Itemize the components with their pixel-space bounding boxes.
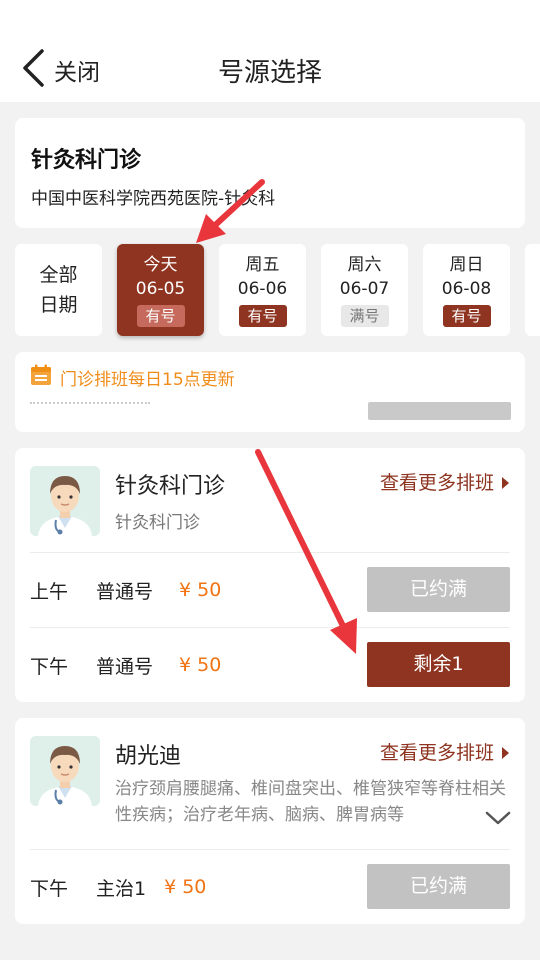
date-tab-sat[interactable]: 周六 06-07 满号 bbox=[321, 244, 408, 336]
availability-badge: 有号 bbox=[136, 305, 185, 327]
department-name: 针灸科门诊 bbox=[31, 148, 142, 173]
hospital-department: 中国中医科学院西苑医院-针灸科 bbox=[31, 189, 276, 209]
doctor-title: 针灸科门诊 bbox=[115, 513, 200, 533]
scrolled-button-partial bbox=[368, 402, 511, 420]
notice-text: 门诊排班每日15点更新 bbox=[60, 369, 235, 390]
doctor-card: 针灸科门诊 针灸科门诊 查看更多排班 上午 普通号 ¥ 50 已约满 下午 普通… bbox=[15, 448, 525, 702]
schedule-slot-morning: 上午 普通号 ¥ 50 已约满 bbox=[30, 553, 510, 627]
view-more-schedule-link[interactable]: 查看更多排班 bbox=[380, 468, 509, 495]
date-day: 06-05 bbox=[135, 279, 186, 299]
date-weekday: 周日 bbox=[449, 255, 484, 275]
slot-price: ¥ 50 bbox=[179, 654, 222, 676]
doctor-avatar bbox=[30, 466, 100, 536]
schedule-slot-afternoon: 下午 普通号 ¥ 50 剩余1 bbox=[30, 628, 510, 702]
chevron-down-icon[interactable] bbox=[485, 810, 511, 826]
fully-booked-button[interactable]: 已约满 bbox=[367, 567, 510, 612]
date-tab-sun[interactable]: 周日 06-08 有号 bbox=[423, 244, 510, 336]
date-tab-fri[interactable]: 周五 06-06 有号 bbox=[219, 244, 306, 336]
calendar-icon bbox=[30, 364, 52, 390]
date-day: 06-07 bbox=[339, 279, 390, 299]
book-remaining-button[interactable]: 剩余1 bbox=[367, 642, 510, 687]
availability-badge: 有号 bbox=[442, 305, 491, 327]
doctor-avatar bbox=[30, 736, 100, 806]
fully-booked-button[interactable]: 已约满 bbox=[367, 864, 510, 909]
all-dates-label-1: 全部 bbox=[39, 264, 78, 286]
slot-type: 普通号 bbox=[96, 580, 154, 603]
scrolled-row-partial bbox=[30, 402, 150, 406]
slot-price: ¥ 50 bbox=[179, 579, 222, 601]
doctor-card: 胡光迪 查看更多排班 治疗颈肩腰腿痛、椎间盘突出、椎管狭窄等脊柱相关性疾病；治疗… bbox=[15, 718, 525, 924]
date-weekday: 周六 bbox=[347, 255, 382, 275]
slot-type: 普通号 bbox=[96, 655, 154, 678]
schedule-slot-afternoon: 下午 主治1 ¥ 50 已约满 bbox=[30, 850, 510, 924]
slot-price: ¥ 50 bbox=[164, 876, 207, 898]
notice-line: 门诊排班每日15点更新 bbox=[30, 364, 235, 390]
caret-right-icon bbox=[502, 746, 509, 759]
view-more-schedule-link[interactable]: 查看更多排班 bbox=[380, 738, 509, 765]
slot-period: 下午 bbox=[30, 877, 69, 900]
page-title: 号源选择 bbox=[217, 58, 322, 88]
date-selector: 全部 日期 今天 06-05 有号 周五 06-06 有号 周六 06-07 满… bbox=[15, 244, 540, 336]
availability-badge: 满号 bbox=[340, 305, 389, 327]
view-more-label: 查看更多排班 bbox=[379, 742, 494, 764]
caret-right-icon bbox=[502, 476, 509, 489]
department-card: 针灸科门诊 中国中医科学院西苑医院-针灸科 bbox=[15, 118, 525, 228]
availability-badge: 有号 bbox=[238, 305, 287, 327]
date-weekday: 周五 bbox=[245, 255, 280, 275]
date-weekday: 今天 bbox=[143, 255, 178, 275]
schedule-notice: 门诊排班每日15点更新 bbox=[15, 352, 525, 432]
top-bar: 关闭 号源选择 bbox=[0, 0, 540, 102]
date-day: 06-06 bbox=[237, 279, 288, 299]
slot-type: 主治1 bbox=[96, 877, 147, 900]
slot-period: 上午 bbox=[30, 580, 69, 603]
all-dates-label-2: 日期 bbox=[39, 294, 78, 316]
doctor-specialty: 治疗颈肩腰腿痛、椎间盘突出、椎管狭窄等脊柱相关性疾病；治疗老年病、脑病、脾胃病等 bbox=[115, 779, 506, 825]
slot-period: 下午 bbox=[30, 655, 69, 678]
date-tab-next-partial[interactable] bbox=[525, 244, 540, 336]
view-more-label: 查看更多排班 bbox=[379, 472, 494, 494]
date-tab-today[interactable]: 今天 06-05 有号 bbox=[117, 244, 204, 336]
doctor-name: 针灸科门诊 bbox=[115, 474, 226, 499]
doctor-name: 胡光迪 bbox=[115, 744, 182, 769]
date-day: 06-08 bbox=[441, 279, 492, 299]
all-dates-button[interactable]: 全部 日期 bbox=[15, 244, 102, 336]
